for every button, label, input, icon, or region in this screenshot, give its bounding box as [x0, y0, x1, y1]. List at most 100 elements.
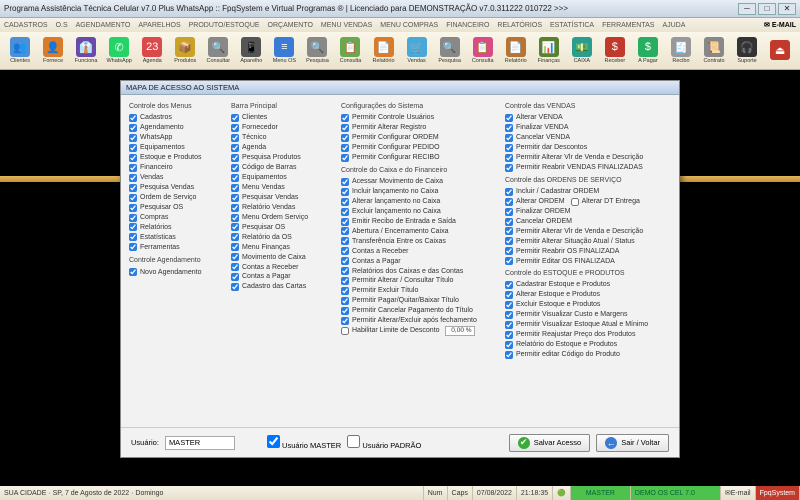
checkbox-item[interactable]: Cadastro das Cartas: [231, 282, 335, 291]
checkbox-item[interactable]: Permitir Configurar RECIBO: [341, 153, 499, 162]
toolbar-menu os[interactable]: ≡Menu OS: [268, 34, 300, 68]
checkbox-item[interactable]: Permitir Alterar Vlr de Venda e Descriçã…: [505, 153, 671, 162]
toolbar-consulta[interactable]: 📋Consulta: [467, 34, 499, 68]
toolbar-contrato[interactable]: 📜Contrato: [698, 34, 730, 68]
checkbox-item[interactable]: Cancelar ORDEM: [505, 217, 671, 226]
checkbox-item[interactable]: Alterar Estoque e Produtos: [505, 290, 671, 299]
checkbox-item[interactable]: Cadastrar Estoque e Produtos: [505, 280, 671, 289]
checkbox-item[interactable]: Permitir Visualizar Custo e Margens: [505, 310, 671, 319]
checkbox-item[interactable]: Permitir Reajustar Preço dos Produtos: [505, 330, 671, 339]
checkbox-item[interactable]: Menu Vendas: [231, 183, 335, 192]
checkbox-item[interactable]: Excluir lançamento no Caixa: [341, 207, 499, 216]
checkbox-item[interactable]: Contas a Receber: [341, 247, 499, 256]
checkbox-item[interactable]: Permitir Alterar/Excluir após fechamento: [341, 316, 499, 325]
toolbar-agenda[interactable]: 23Agenda: [136, 34, 168, 68]
checkbox-item[interactable]: Ordem de Serviço: [129, 193, 225, 202]
menu-item[interactable]: MENU VENDAS: [321, 22, 372, 29]
toolbar-produtos[interactable]: 📦Produtos: [169, 34, 201, 68]
checkbox-item[interactable]: Relatório Vendas: [231, 203, 335, 212]
checkbox-item[interactable]: Ferramentas: [129, 243, 225, 252]
checkbox-item[interactable]: Permitir Visualizar Estoque Atual e Míni…: [505, 320, 671, 329]
checkbox-item[interactable]: Relatórios: [129, 223, 225, 232]
checkbox-item[interactable]: Vendas: [129, 173, 225, 182]
menu-item[interactable]: MENU COMPRAS: [380, 22, 438, 29]
toolbar-vendas[interactable]: 🛒Vendas: [401, 34, 433, 68]
checkbox-item[interactable]: Permitir Alterar Situação Atual / Status: [505, 237, 671, 246]
checkbox-item[interactable]: Cancelar VENDA: [505, 133, 671, 142]
checkbox-item[interactable]: Alterar VENDA: [505, 113, 671, 122]
checkbox-item[interactable]: Agenda: [231, 143, 335, 152]
toolbar-caixa[interactable]: 💵CAIXA: [566, 34, 598, 68]
checkbox-item[interactable]: Alterar ORDEM: [505, 197, 565, 206]
toolbar-pesquisa[interactable]: 🔍Pesquisa: [301, 34, 333, 68]
checkbox-item[interactable]: Permitir Controle Usuários: [341, 113, 499, 122]
maximize-button[interactable]: □: [758, 3, 776, 15]
menu-item[interactable]: ESTATÍSTICA: [550, 22, 594, 29]
checkbox-item[interactable]: Acessar Movimento de Caixa: [341, 177, 499, 186]
checkbox-item[interactable]: Excluir Estoque e Produtos: [505, 300, 671, 309]
save-button[interactable]: ✔Salvar Acesso: [509, 434, 591, 452]
back-button[interactable]: ←Sair / Voltar: [596, 434, 669, 452]
toolbar-fornece[interactable]: 👤Fornece: [37, 34, 69, 68]
checkbox-item[interactable]: Relatório da OS: [231, 233, 335, 242]
checkbox-item[interactable]: Pesquisa Vendas: [129, 183, 225, 192]
checkbox-item[interactable]: Agendamento: [129, 123, 225, 132]
toolbar-pesquisa[interactable]: 🔍Pesquisa: [434, 34, 466, 68]
menu-item[interactable]: PRODUTO/ESTOQUE: [189, 22, 260, 29]
checkbox-master[interactable]: Usuário MASTER: [267, 435, 341, 450]
checkbox-item[interactable]: Finalizar ORDEM: [505, 207, 671, 216]
menu-email[interactable]: ✉ E-MAIL: [764, 21, 796, 29]
toolbar-receber[interactable]: $Receber: [599, 34, 631, 68]
checkbox-item[interactable]: Permitir Configurar ORDEM: [341, 133, 499, 142]
checkbox-item[interactable]: Abertura / Encerramento Caixa: [341, 227, 499, 236]
checkbox-item[interactable]: Alterar DT Entrega: [571, 197, 640, 206]
status-email[interactable]: ✉ E-mail: [721, 486, 756, 500]
menu-item[interactable]: CADASTROS: [4, 22, 48, 29]
checkbox-item[interactable]: Permitir Pagar/Quitar/Baixar Título: [341, 296, 499, 305]
toolbar-relatório[interactable]: 📄Relatório: [500, 34, 532, 68]
menu-item[interactable]: AGENDAMENTO: [76, 22, 131, 29]
toolbar-consulta[interactable]: 📋Consulta: [334, 34, 366, 68]
checkbox-item[interactable]: Alterar lançamento no Caixa: [341, 197, 499, 206]
menu-item[interactable]: RELATÓRIOS: [497, 22, 542, 29]
minimize-button[interactable]: ─: [738, 3, 756, 15]
close-button[interactable]: ✕: [778, 3, 796, 15]
toolbar-clientes[interactable]: 👥Clientes: [4, 34, 36, 68]
checkbox-item[interactable]: Pesquisar OS: [231, 223, 335, 232]
toolbar-a pagar[interactable]: $A Pagar: [632, 34, 664, 68]
toolbar-funciona[interactable]: 👔Funciona: [70, 34, 102, 68]
menu-item[interactable]: FERRAMENTAS: [602, 22, 654, 29]
checkbox-item[interactable]: Equipamentos: [129, 143, 225, 152]
toolbar-relatório[interactable]: 📄Relatório: [368, 34, 400, 68]
checkbox-item[interactable]: Transferência Entre os Caixas: [341, 237, 499, 246]
user-input[interactable]: [165, 436, 235, 450]
checkbox-item[interactable]: Contas a Pagar: [231, 272, 335, 281]
checkbox-item[interactable]: Menu Finanças: [231, 243, 335, 252]
checkbox-item[interactable]: Permitir Reabrir VENDAS FINALIZADAS: [505, 163, 671, 172]
toolbar-consultar[interactable]: 🔍Consultar: [202, 34, 234, 68]
checkbox-item[interactable]: Fornecedor: [231, 123, 335, 132]
checkbox-padrao[interactable]: Usuário PADRÃO: [347, 435, 421, 450]
checkbox-item[interactable]: Movimento de Caixa: [231, 253, 335, 262]
checkbox-item[interactable]: Permitir editar Código do Produto: [505, 350, 671, 359]
menu-item[interactable]: APARELHOS: [138, 22, 180, 29]
checkbox-item[interactable]: Contas a Pagar: [341, 257, 499, 266]
checkbox-item[interactable]: Contas a Receber: [231, 263, 335, 272]
checkbox-item[interactable]: Menu Ordem Serviço: [231, 213, 335, 222]
toolbar-whatsapp[interactable]: ✆WhatsApp: [103, 34, 135, 68]
checkbox-item[interactable]: Técnico: [231, 133, 335, 142]
checkbox-item[interactable]: Permitir dar Descontos: [505, 143, 671, 152]
toolbar-aparelho[interactable]: 📱Aparelho: [235, 34, 267, 68]
checkbox-item[interactable]: Incluir / Cadastrar ORDEM: [505, 187, 671, 196]
checkbox-item[interactable]: Finalizar VENDA: [505, 123, 671, 132]
checkbox-item[interactable]: Incluir lançamento no Caixa: [341, 187, 499, 196]
checkbox-item[interactable]: Financeiro: [129, 163, 225, 172]
toolbar-exit[interactable]: ⏏: [764, 34, 796, 68]
menu-item[interactable]: ORÇAMENTO: [268, 22, 313, 29]
checkbox-item[interactable]: WhatsApp: [129, 133, 225, 142]
checkbox-item[interactable]: Permitir Configurar PEDIDO: [341, 143, 499, 152]
menu-item[interactable]: AJUDA: [662, 22, 685, 29]
checkbox-item[interactable]: Estoque e Produtos: [129, 153, 225, 162]
checkbox-item[interactable]: Cadastros: [129, 113, 225, 122]
menu-item[interactable]: FINANCEIRO: [446, 22, 489, 29]
